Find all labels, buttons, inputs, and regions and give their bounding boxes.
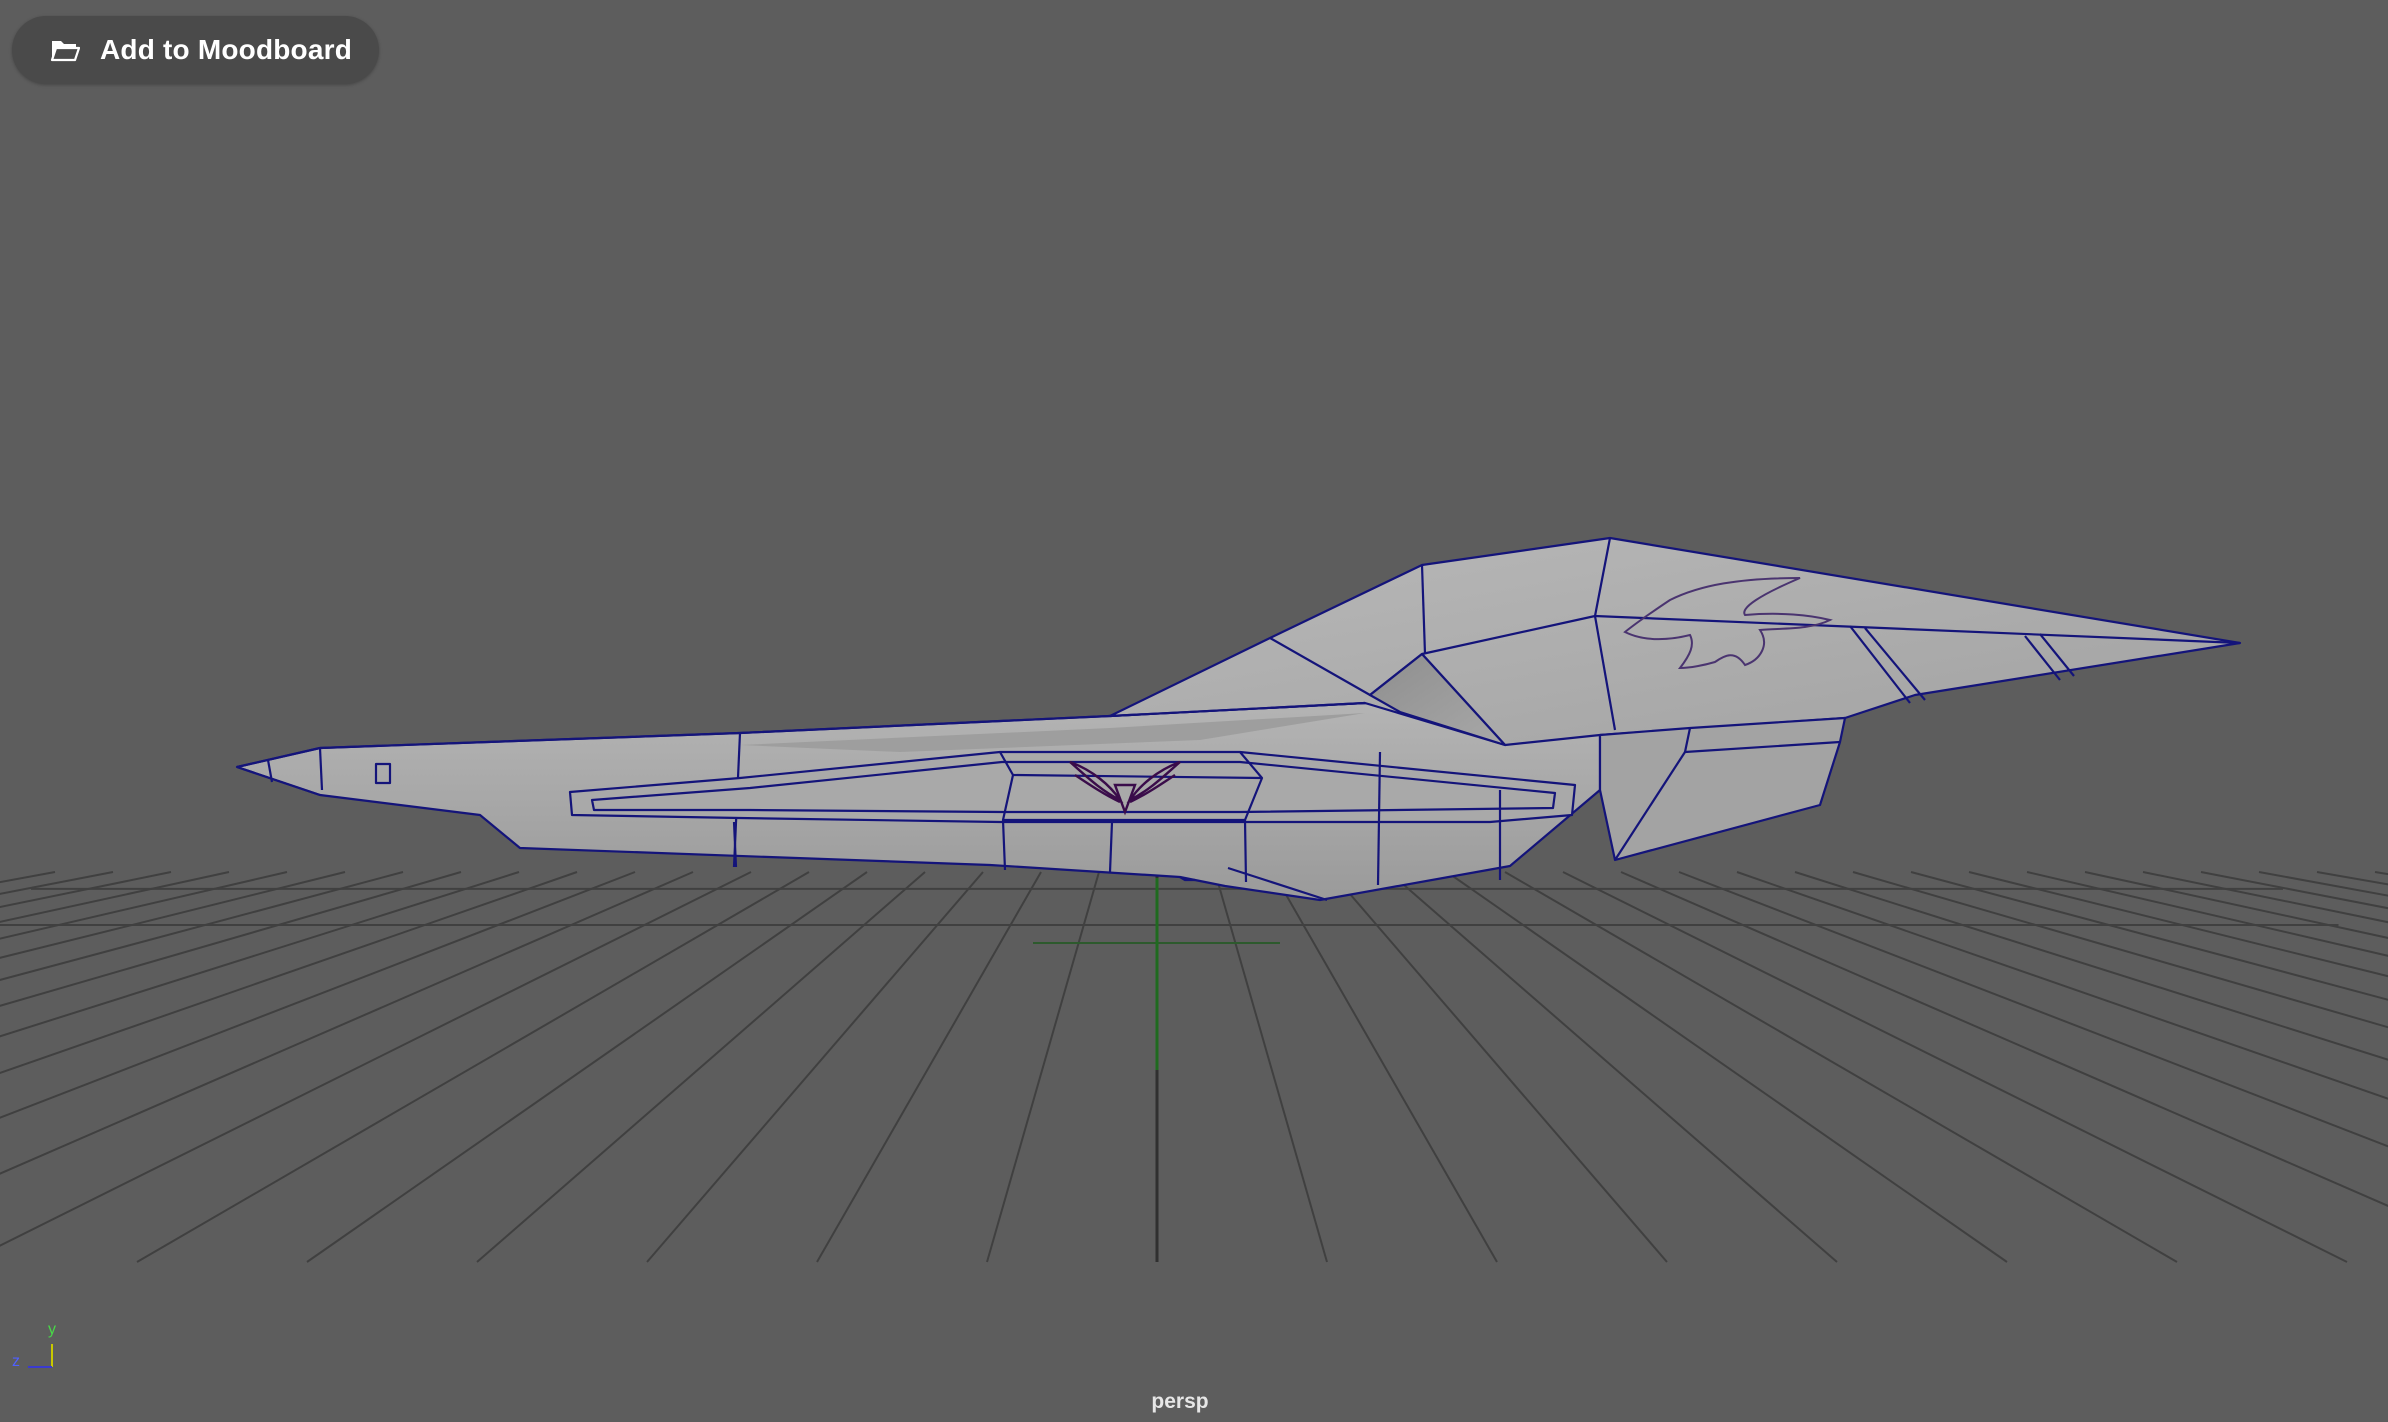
grid-line	[1446, 871, 2008, 1263]
grid-line	[1272, 871, 1498, 1263]
grid-line	[306, 871, 868, 1263]
add-to-moodboard-label: Add to Moodboard	[100, 34, 353, 65]
viewport-scene[interactable]	[0, 0, 2388, 1422]
grid-line	[1852, 871, 2388, 1029]
grid-line	[136, 871, 810, 1263]
grid-line	[646, 871, 984, 1263]
grid-line	[476, 871, 926, 1263]
axis-z-label: z	[12, 1353, 20, 1370]
grid-line	[0, 871, 346, 959]
grid-line	[0, 871, 56, 884]
grid-line	[1214, 871, 1328, 1263]
grid-line	[1968, 871, 2388, 978]
grid-line	[986, 871, 1100, 1263]
grid-line	[1736, 871, 2388, 1100]
grid-line	[1620, 871, 2388, 1207]
grid-line	[1388, 871, 1838, 1263]
add-to-moodboard-button[interactable]: Add to Moodboard	[12, 16, 379, 84]
grid-line	[0, 871, 694, 1175]
grid-line	[816, 871, 1042, 1263]
grid-line	[1330, 871, 1668, 1263]
camera-name-label: persp	[1151, 1390, 1209, 1413]
spaceship-model[interactable]	[235, 536, 2242, 902]
grid-line	[1504, 871, 2178, 1263]
axis-gizmo: y z	[12, 1321, 56, 1370]
grid-line	[0, 871, 404, 981]
axis-y-label: y	[48, 1321, 56, 1338]
ground-grid	[0, 871, 2388, 1263]
engine-block	[1598, 716, 1847, 862]
grid-line	[0, 871, 636, 1119]
3d-viewport[interactable]: Add to Moodboard y z persp	[0, 0, 2388, 1422]
grid-line	[1562, 871, 2348, 1263]
folder-icon	[50, 41, 80, 62]
